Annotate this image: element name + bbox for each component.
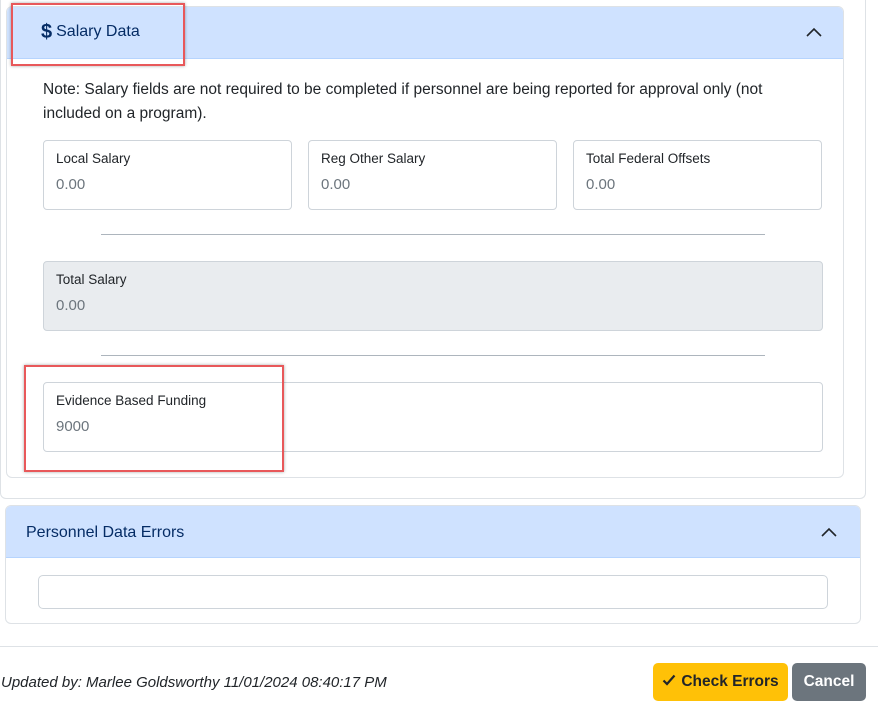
personnel-data-errors-header[interactable]: Personnel Data Errors	[6, 506, 860, 558]
salary-note: Note: Salary fields are not required to …	[43, 81, 763, 122]
check-icon	[662, 673, 676, 691]
chevron-up-icon[interactable]	[821, 526, 837, 540]
cancel-label: Cancel	[803, 673, 855, 690]
chevron-up-icon[interactable]	[806, 26, 822, 40]
total-federal-offsets-value: 0.00	[586, 176, 616, 193]
cancel-button[interactable]: Cancel	[792, 663, 866, 701]
local-salary-value: 0.00	[56, 176, 86, 193]
personnel-data-errors-title: Personnel Data Errors	[26, 524, 185, 541]
footer-divider	[0, 646, 878, 647]
reg-other-salary-value: 0.00	[321, 176, 351, 193]
evidence-based-funding-label: Evidence Based Funding	[56, 393, 207, 408]
local-salary-label: Local Salary	[56, 151, 131, 166]
salary-data-card: $ Salary Data Note: Salary fields are no…	[6, 6, 844, 478]
salary-data-title: $ Salary Data	[41, 22, 140, 42]
updated-by-text: Updated by: Marlee Goldsworthy 11/01/202…	[1, 674, 387, 691]
personnel-data-errors-field[interactable]	[38, 575, 828, 609]
reg-other-salary-field[interactable]: Reg Other Salary 0.00	[308, 140, 557, 210]
section-divider	[101, 355, 765, 356]
personnel-data-errors-card: Personnel Data Errors	[5, 505, 861, 624]
total-salary-field: Total Salary 0.00	[43, 261, 823, 331]
section-divider	[101, 234, 765, 235]
total-salary-value: 0.00	[56, 297, 86, 314]
salary-data-header[interactable]: $ Salary Data	[7, 7, 843, 59]
check-errors-label: Check Errors	[681, 673, 779, 690]
reg-other-salary-label: Reg Other Salary	[321, 151, 426, 166]
evidence-based-funding-value: 9000	[56, 418, 90, 435]
total-federal-offsets-field[interactable]: Total Federal Offsets 0.00	[573, 140, 822, 210]
total-salary-label: Total Salary	[56, 272, 127, 287]
local-salary-field[interactable]: Local Salary 0.00	[43, 140, 292, 210]
total-federal-offsets-label: Total Federal Offsets	[586, 151, 711, 166]
check-errors-button[interactable]: Check Errors	[653, 663, 788, 701]
dollar-icon: $	[41, 21, 53, 43]
salary-data-title-text: Salary Data	[56, 23, 140, 40]
evidence-based-funding-field[interactable]: Evidence Based Funding 9000	[43, 382, 823, 452]
